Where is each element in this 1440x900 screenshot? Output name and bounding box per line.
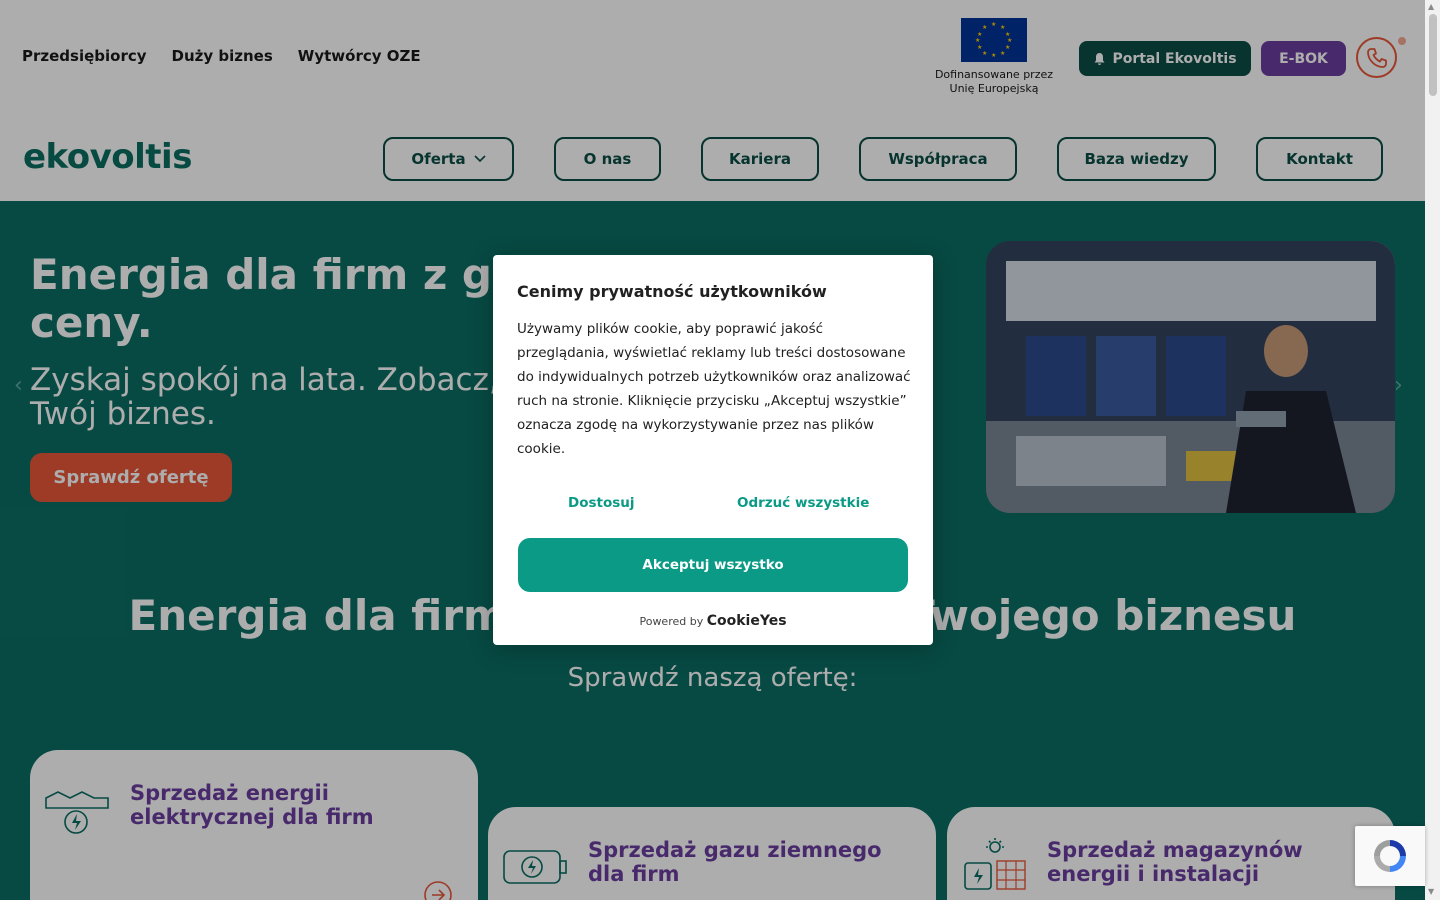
recaptcha-badge[interactable] — [1355, 826, 1425, 886]
cookie-modal-title: Cenimy prywatność użytkowników — [517, 282, 827, 301]
scroll-down-icon[interactable]: ▼ — [1428, 887, 1434, 896]
customize-button[interactable]: Dostosuj — [568, 495, 635, 511]
scrollbar-track[interactable] — [1425, 0, 1440, 900]
cookie-consent-modal: Cenimy prywatność użytkowników Używamy p… — [493, 255, 933, 645]
powered-by-cookieyes: Powered by CookieYes — [493, 613, 933, 629]
cookie-modal-body: Używamy plików cookie, aby poprawić jako… — [517, 321, 911, 457]
scrollbar-thumb[interactable] — [1429, 14, 1437, 96]
reject-all-button[interactable]: Odrzuć wszystkie — [737, 495, 869, 511]
scroll-up-icon[interactable]: ▲ — [1428, 2, 1434, 11]
accept-all-button[interactable]: Akceptuj wszystko — [518, 538, 908, 592]
powered-by-label: Powered by — [639, 615, 704, 628]
recaptcha-icon — [1374, 840, 1406, 872]
cookieyes-logo[interactable]: CookieYes — [707, 613, 787, 629]
